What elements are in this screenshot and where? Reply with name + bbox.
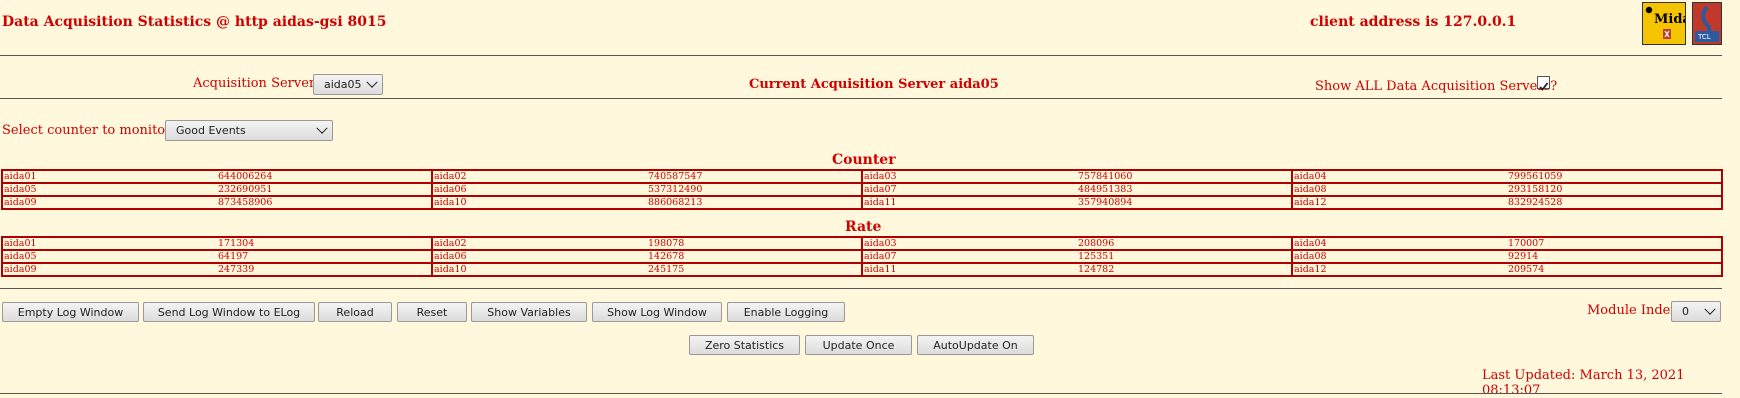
server-name: aida08 bbox=[1291, 249, 1507, 264]
tcl-logo: TCL bbox=[1692, 2, 1722, 45]
rate-value: 208096 bbox=[1077, 236, 1292, 251]
rate-value: 247339 bbox=[217, 262, 432, 277]
counter-value: 232690951 bbox=[217, 182, 432, 197]
counter-select[interactable]: Good Events bbox=[165, 120, 333, 141]
server-name: aida06 bbox=[431, 182, 647, 197]
svg-text:TCL: TCL bbox=[1697, 33, 1711, 41]
server-name: aida05 bbox=[1, 249, 217, 264]
server-name: aida10 bbox=[431, 262, 647, 277]
server-name: aida05 bbox=[1, 182, 217, 197]
counter-select-value: Good Events bbox=[176, 124, 246, 137]
empty-log-button[interactable]: Empty Log Window bbox=[2, 302, 139, 322]
acquisition-server-value: aida05 bbox=[324, 78, 362, 91]
rate-value: 125351 bbox=[1077, 249, 1292, 264]
server-name: aida08 bbox=[1291, 182, 1507, 197]
reload-button[interactable]: Reload bbox=[318, 302, 392, 322]
rate-heading: Rate bbox=[845, 219, 882, 235]
counter-value: 886068213 bbox=[647, 195, 862, 210]
page-title: Data Acquisition Statistics @ http aidas… bbox=[2, 14, 387, 30]
rate-value: 245175 bbox=[647, 262, 862, 277]
server-name: aida07 bbox=[861, 182, 1077, 197]
show-all-servers-label: Show ALL Data Acquisition Servers? bbox=[1315, 79, 1558, 94]
module-index-select[interactable]: 0 bbox=[1671, 301, 1721, 322]
counter-value: 484951383 bbox=[1077, 182, 1292, 197]
table-row: aida05 232690951 aida06 537312490 aida07 48… bbox=[1, 182, 1723, 197]
counter-value: 357940894 bbox=[1077, 195, 1292, 210]
server-name: aida07 bbox=[861, 249, 1077, 264]
counter-value: 740587547 bbox=[647, 169, 862, 184]
reset-button[interactable]: Reset bbox=[397, 302, 467, 322]
chevron-down-icon bbox=[1704, 303, 1716, 315]
table-row: aida05 64197 aida06 142678 aida07 125351 ai… bbox=[1, 249, 1723, 264]
chevron-down-icon bbox=[316, 122, 328, 134]
show-log-window-button[interactable]: Show Log Window bbox=[592, 302, 722, 322]
counter-value: 832924528 bbox=[1507, 195, 1723, 210]
table-row: aida09 873458906 aida10 886068213 aida11 35… bbox=[1, 195, 1723, 210]
update-once-button[interactable]: Update Once bbox=[805, 335, 912, 355]
server-name: aida11 bbox=[861, 195, 1077, 210]
send-log-elog-button[interactable]: Send Log Window to ELog bbox=[143, 302, 315, 322]
current-server: Current Acquisition Server aida05 bbox=[749, 77, 999, 92]
server-name: aida01 bbox=[1, 169, 217, 184]
client-address: client address is 127.0.0.1 bbox=[1310, 14, 1517, 30]
rate-table: aida01 171304 aida02 198078 aida03 208096 a… bbox=[1, 236, 1723, 277]
acquisition-servers-label: Acquisition Servers bbox=[193, 76, 322, 91]
server-name: aida10 bbox=[431, 195, 647, 210]
enable-logging-button[interactable]: Enable Logging bbox=[727, 302, 845, 322]
counter-value: 757841060 bbox=[1077, 169, 1292, 184]
server-name: aida01 bbox=[1, 236, 217, 251]
server-name: aida12 bbox=[1291, 195, 1507, 210]
table-row: aida09 247339 aida10 245175 aida11 124782 a… bbox=[1, 262, 1723, 277]
rate-value: 64197 bbox=[217, 249, 432, 264]
table-row: aida01 171304 aida02 198078 aida03 208096 a… bbox=[1, 236, 1723, 251]
autoupdate-button[interactable]: AutoUpdate On bbox=[917, 335, 1034, 355]
counter-heading: Counter bbox=[832, 152, 896, 168]
table-row: aida01 644006264 aida02 740587547 aida03 75… bbox=[1, 169, 1723, 184]
tables-divider bbox=[0, 288, 1722, 289]
header-divider bbox=[0, 55, 1722, 56]
rate-value: 92914 bbox=[1507, 249, 1723, 264]
counter-value: 799561059 bbox=[1507, 169, 1723, 184]
counter-value: 537312490 bbox=[647, 182, 862, 197]
checkmark-icon bbox=[1539, 82, 1549, 91]
rate-value: 171304 bbox=[217, 236, 432, 251]
counter-table: aida01 644006264 aida02 740587547 aida03 75… bbox=[1, 169, 1723, 210]
server-name: aida06 bbox=[431, 249, 647, 264]
server-name: aida04 bbox=[1291, 236, 1507, 251]
show-variables-button[interactable]: Show Variables bbox=[471, 302, 587, 322]
counter-select-label: Select counter to monitor bbox=[2, 123, 172, 138]
rate-value: 198078 bbox=[647, 236, 862, 251]
server-name: aida09 bbox=[1, 195, 217, 210]
counter-value: 644006264 bbox=[217, 169, 432, 184]
server-name: aida02 bbox=[431, 169, 647, 184]
footer-divider bbox=[0, 393, 1722, 394]
zero-statistics-button[interactable]: Zero Statistics bbox=[689, 335, 800, 355]
counter-value: 873458906 bbox=[217, 195, 432, 210]
acquisition-server-select[interactable]: aida05 bbox=[313, 74, 383, 95]
rate-value: 142678 bbox=[647, 249, 862, 264]
rate-value: 124782 bbox=[1077, 262, 1292, 277]
module-index-label: Module Index bbox=[1587, 303, 1678, 318]
chevron-down-icon bbox=[366, 76, 378, 88]
server-name: aida09 bbox=[1, 262, 217, 277]
server-divider bbox=[0, 98, 1722, 99]
module-index-value: 0 bbox=[1682, 305, 1689, 318]
rate-value: 170007 bbox=[1507, 236, 1723, 251]
svg-text:Midas: Midas bbox=[1654, 12, 1685, 27]
midas-logo: Midas bbox=[1642, 2, 1698, 45]
show-all-servers-checkbox[interactable] bbox=[1537, 76, 1550, 91]
server-name: aida03 bbox=[861, 169, 1077, 184]
rate-value: 209574 bbox=[1507, 262, 1723, 277]
server-name: aida04 bbox=[1291, 169, 1507, 184]
server-name: aida11 bbox=[861, 262, 1077, 277]
server-name: aida12 bbox=[1291, 262, 1507, 277]
server-name: aida03 bbox=[861, 236, 1077, 251]
server-name: aida02 bbox=[431, 236, 647, 251]
counter-value: 293158120 bbox=[1507, 182, 1723, 197]
